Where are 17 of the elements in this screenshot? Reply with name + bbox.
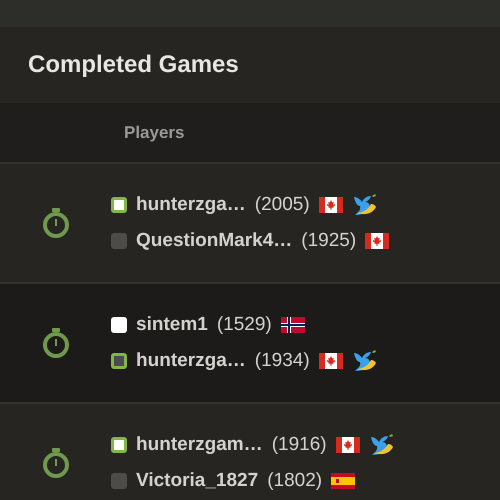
player-rating: (1916) bbox=[272, 432, 327, 456]
player-name[interactable]: sintem1 bbox=[136, 310, 208, 339]
player-rating: (1529) bbox=[216, 312, 272, 336]
player-rating: (1802) bbox=[267, 469, 322, 493]
player-rating: (2005) bbox=[254, 192, 310, 216]
player-name[interactable]: Victoria_1827 bbox=[136, 467, 258, 496]
stopwatch-icon bbox=[40, 327, 70, 359]
player-name[interactable]: hunterzgam… bbox=[136, 430, 263, 459]
player-name[interactable]: QuestionMark4… bbox=[136, 227, 292, 256]
player-name[interactable]: hunterzga… bbox=[136, 347, 246, 376]
stopwatch-icon bbox=[40, 447, 70, 479]
section-title: Completed Games bbox=[28, 50, 239, 80]
stopwatch-icon bbox=[40, 207, 70, 239]
player-name[interactable]: hunterzga… bbox=[136, 190, 246, 219]
player-rating: (1925) bbox=[301, 229, 356, 253]
column-header[interactable]: Players bbox=[124, 120, 184, 146]
player-rating: (1934) bbox=[254, 349, 310, 373]
